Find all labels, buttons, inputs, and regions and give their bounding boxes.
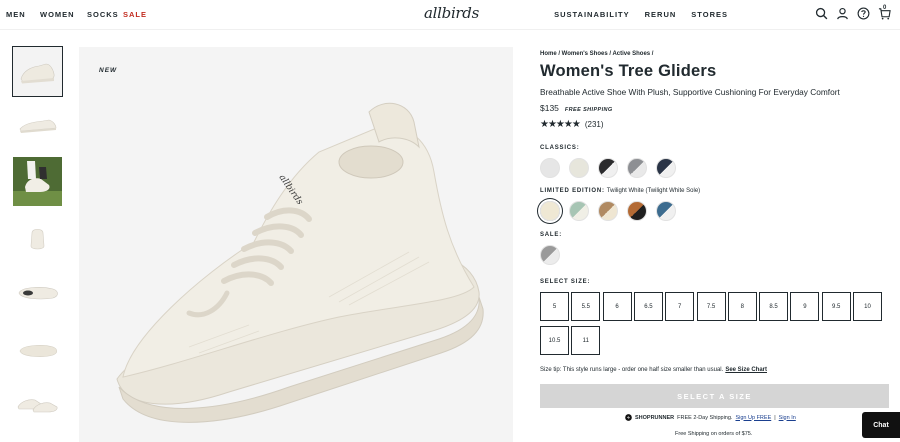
color-swatch-grey-white[interactable] bbox=[627, 158, 647, 178]
size-option[interactable]: 7 bbox=[665, 292, 695, 321]
size-option[interactable]: 5.5 bbox=[571, 292, 601, 321]
size-option[interactable]: 11 bbox=[571, 326, 601, 355]
secondary-nav: SUSTAINABILITY RERUN STORES bbox=[554, 10, 728, 19]
nav-rerun[interactable]: RERUN bbox=[645, 10, 677, 19]
size-tip: Size tip: This style runs large - order … bbox=[540, 367, 767, 373]
color-swatch-brown-black[interactable] bbox=[627, 201, 647, 221]
color-swatch-mint-white[interactable] bbox=[569, 201, 589, 221]
new-badge: NEW bbox=[99, 67, 118, 74]
main-product-image[interactable]: allbirds bbox=[79, 47, 513, 442]
free-shipping-badge: FREE SHIPPING bbox=[564, 107, 613, 113]
size-tip-text: Size tip: This style runs large - order … bbox=[540, 367, 724, 373]
size-option[interactable]: 8.5 bbox=[759, 292, 789, 321]
nav-women[interactable]: WOMEN bbox=[40, 10, 87, 19]
primary-nav: MEN WOMEN SOCKS SALE bbox=[6, 10, 147, 19]
account-icon[interactable] bbox=[836, 7, 849, 21]
breadcrumb[interactable]: Home / Women's Shoes / Active Shoes / bbox=[540, 51, 653, 57]
nav-socks[interactable]: SOCKS bbox=[87, 10, 123, 19]
free-shipping-note: Free Shipping on orders of $75. bbox=[675, 431, 753, 437]
color-swatch-cream[interactable] bbox=[569, 158, 589, 178]
shoprunner-signup-link[interactable]: Sign Up FREE bbox=[735, 415, 771, 421]
thumbnail-pair-view[interactable] bbox=[13, 377, 62, 426]
select-size-label: SELECT SIZE: bbox=[540, 279, 591, 285]
shoprunner-icon bbox=[625, 414, 632, 421]
size-chart-link[interactable]: See Size Chart bbox=[725, 367, 767, 373]
shoprunner-separator: | bbox=[774, 414, 776, 421]
color-swatch-black-white[interactable] bbox=[598, 158, 618, 178]
thumbnail-front-view[interactable] bbox=[13, 213, 62, 262]
sale-label: SALE: bbox=[540, 232, 562, 238]
shoprunner-signin-link[interactable]: Sign In bbox=[779, 415, 796, 421]
size-option[interactable]: 10.5 bbox=[540, 326, 569, 355]
limited-edition-heading: LIMITED EDITION: bbox=[540, 188, 605, 194]
size-option[interactable]: 9 bbox=[790, 292, 820, 321]
cart-count: 0 bbox=[883, 5, 887, 11]
size-option[interactable]: 6 bbox=[602, 292, 632, 321]
shoprunner-banner: SHOPRUNNER FREE 2-Day Shipping. Sign Up … bbox=[625, 414, 796, 421]
sale-swatches bbox=[540, 245, 560, 265]
size-option[interactable]: 7.5 bbox=[696, 292, 726, 321]
size-option[interactable]: 10 bbox=[853, 292, 882, 321]
nav-sustainability[interactable]: SUSTAINABILITY bbox=[554, 10, 630, 19]
color-swatch-navy-white[interactable] bbox=[656, 158, 676, 178]
thumbnail-sole-view[interactable] bbox=[13, 324, 62, 373]
color-swatch-light-grey[interactable] bbox=[540, 158, 560, 178]
shoprunner-text: FREE 2-Day Shipping. bbox=[677, 414, 733, 421]
thumbnail-lifestyle-photo[interactable] bbox=[13, 157, 62, 206]
size-option[interactable]: 9.5 bbox=[821, 292, 851, 321]
limited-edition-swatches bbox=[540, 201, 676, 221]
header-icons: 0 bbox=[815, 5, 891, 21]
nav-men[interactable]: MEN bbox=[6, 10, 40, 19]
price-row: $135 FREE SHIPPING bbox=[540, 103, 613, 113]
color-swatch-grey-white-sale[interactable] bbox=[540, 245, 560, 265]
thumbnail-top-view[interactable] bbox=[13, 267, 62, 316]
nav-sale[interactable]: SALE bbox=[123, 10, 147, 19]
limited-edition-label: LIMITED EDITION: Twilight White (Twilight… bbox=[540, 188, 700, 194]
thumbnail-profile-view[interactable] bbox=[13, 100, 62, 149]
cart-icon[interactable]: 0 bbox=[878, 5, 891, 21]
classics-label: CLASSICS: bbox=[540, 145, 580, 151]
help-icon[interactable] bbox=[857, 7, 870, 21]
product-subtitle: Breathable Active Shoe With Plush, Suppo… bbox=[540, 87, 840, 97]
classics-swatches bbox=[540, 158, 676, 178]
nav-stores[interactable]: STORES bbox=[691, 10, 728, 19]
size-option[interactable]: 5 bbox=[540, 292, 569, 321]
allbirds-logo[interactable]: allbirds bbox=[424, 4, 479, 22]
color-swatch-blue-white[interactable] bbox=[656, 201, 676, 221]
site-header: MEN WOMEN SOCKS SALE allbirds SUSTAINABI… bbox=[0, 0, 900, 30]
shoprunner-brand: SHOPRUNNER bbox=[635, 414, 675, 421]
size-option[interactable]: 8 bbox=[727, 292, 757, 321]
thumbnail-side-view[interactable] bbox=[12, 46, 63, 97]
star-rating-icon: ★★★★★ bbox=[540, 119, 581, 130]
search-icon[interactable] bbox=[815, 7, 828, 21]
rating-row[interactable]: ★★★★★ (231) bbox=[540, 119, 604, 130]
selected-color-name: Twilight White (Twilight White Sole) bbox=[606, 188, 701, 194]
color-swatch-tan-cream[interactable] bbox=[598, 201, 618, 221]
size-option[interactable]: 6.5 bbox=[633, 292, 663, 321]
product-price: $135 bbox=[540, 103, 559, 113]
chat-button[interactable]: Chat bbox=[862, 412, 900, 438]
product-title: Women's Tree Gliders bbox=[540, 62, 717, 80]
select-size-button[interactable]: SELECT A SIZE bbox=[540, 384, 889, 408]
color-swatch-twilight-white[interactable] bbox=[540, 201, 560, 221]
review-count[interactable]: (231) bbox=[585, 120, 604, 129]
